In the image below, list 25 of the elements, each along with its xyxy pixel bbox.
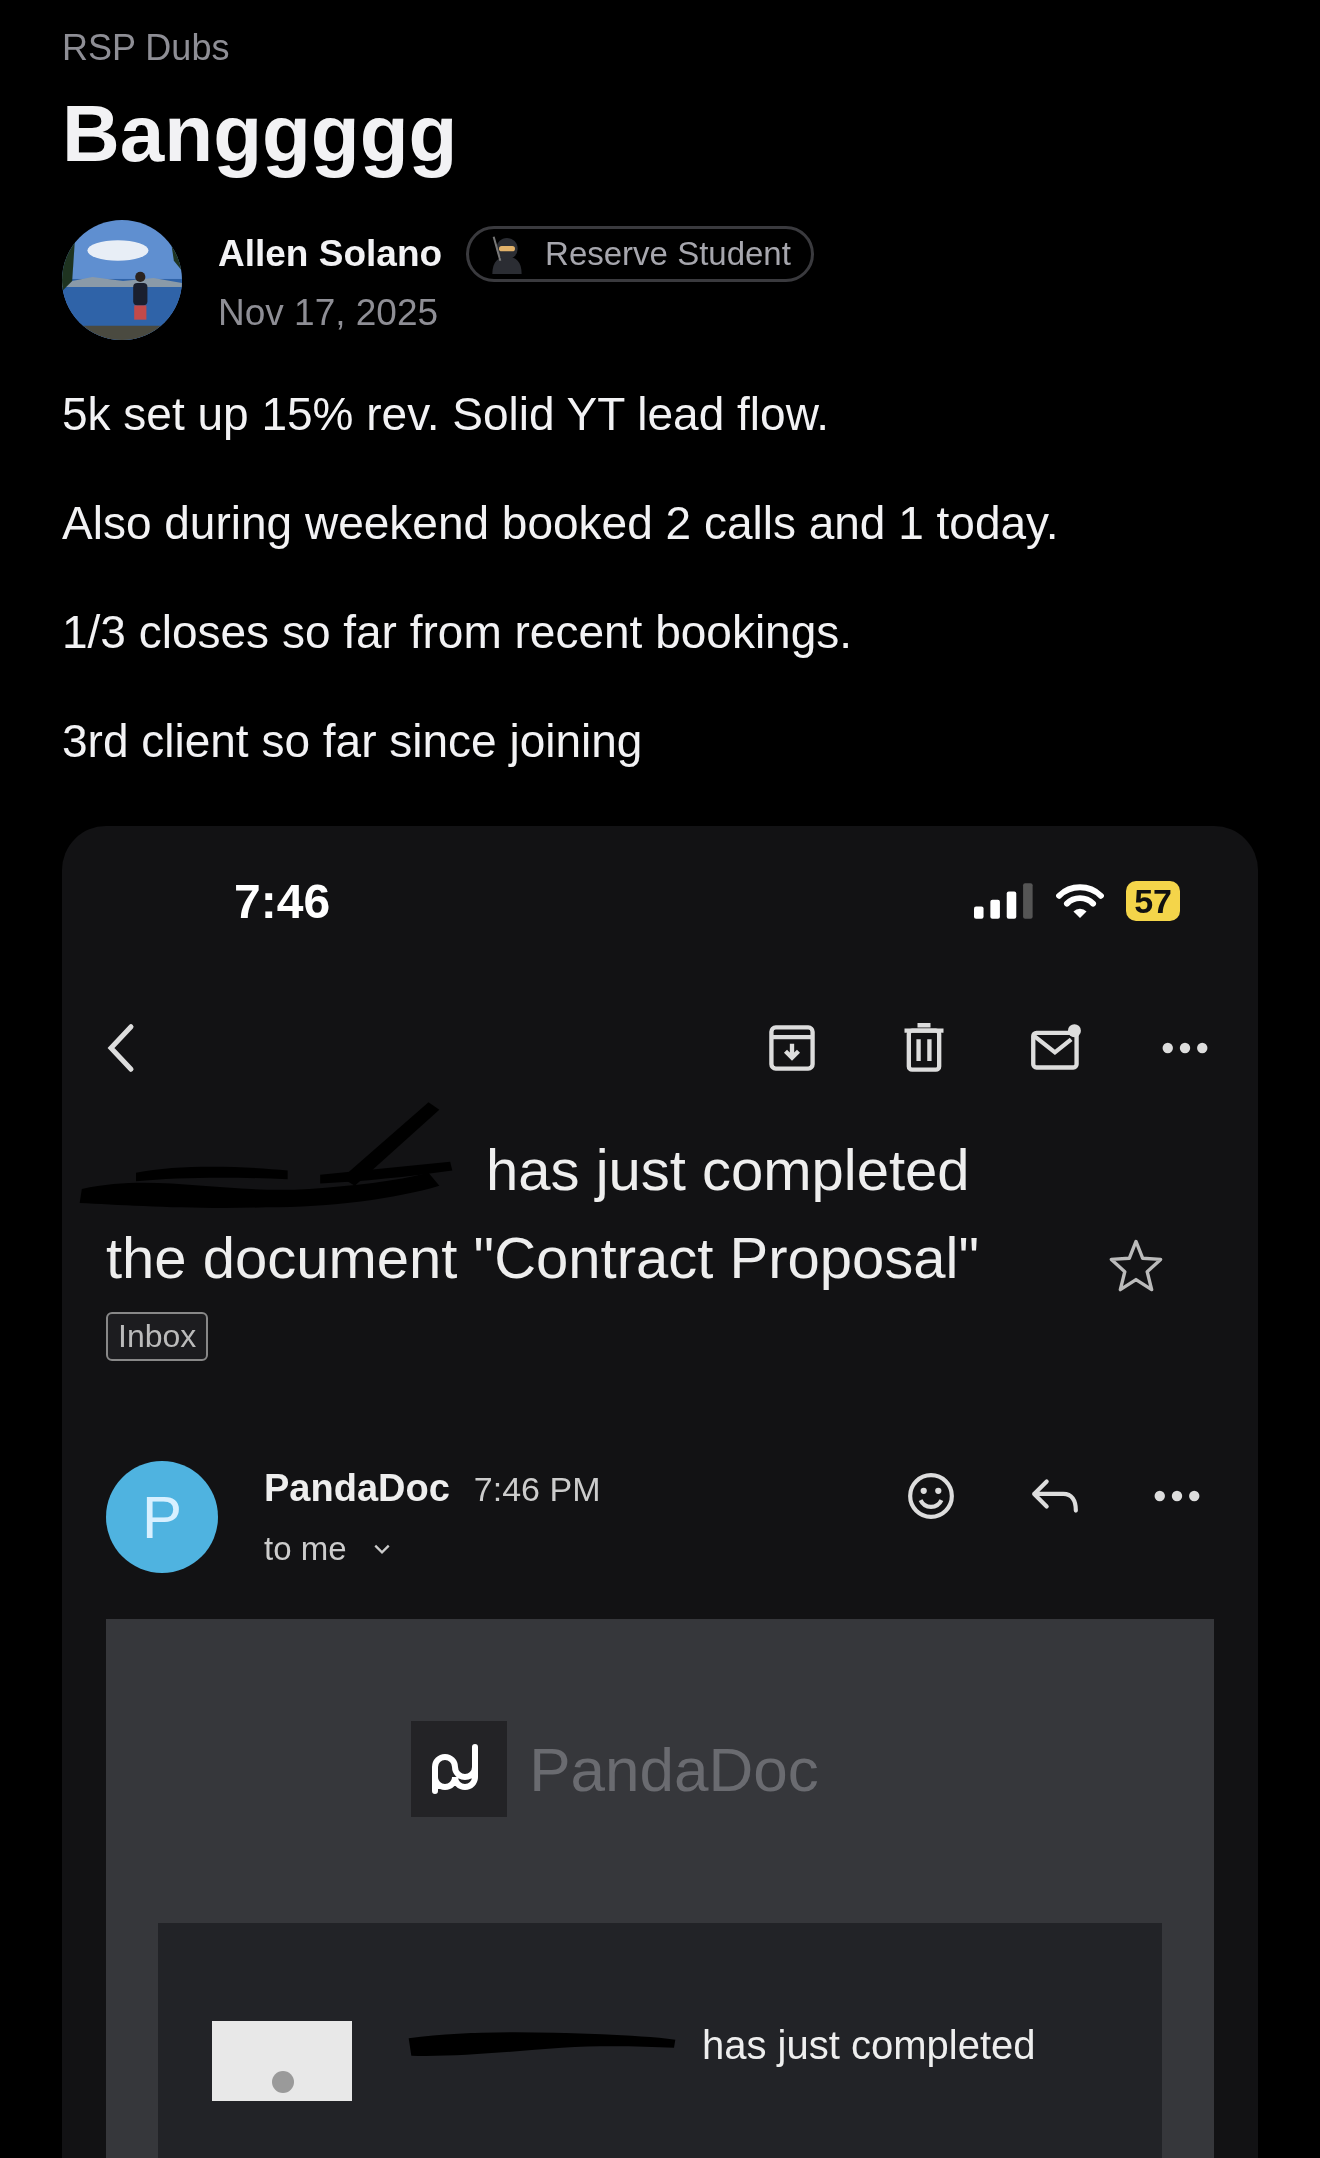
email-message: has just completed	[702, 2023, 1036, 2067]
star-icon[interactable]	[1108, 1238, 1164, 1292]
wifi-icon	[1056, 884, 1105, 918]
email-subject: the document "Contract Proposal"	[106, 1225, 979, 1290]
post-date: Nov 17, 2025	[218, 292, 440, 334]
post-title: Banggggg	[62, 88, 459, 180]
battery-indicator: 57	[1126, 881, 1180, 921]
author-name[interactable]: Allen Solano	[218, 233, 443, 275]
emoji-icon[interactable]	[906, 1471, 956, 1521]
archive-icon[interactable]	[766, 1022, 818, 1074]
email-subject: has just completed	[486, 1137, 970, 1202]
chevron-down-icon[interactable]	[372, 1542, 391, 1555]
more-icon[interactable]	[1162, 1041, 1208, 1055]
sender-name: PandaDoc	[264, 1466, 450, 1510]
pandadoc-logo-icon	[411, 1721, 508, 1817]
community-name[interactable]: RSP Dubs	[62, 26, 1258, 70]
inbox-label[interactable]: Inbox	[106, 1312, 209, 1361]
sender-avatar: P	[106, 1461, 218, 1573]
back-icon[interactable]	[106, 1022, 136, 1074]
member-badge: Reserve Student	[466, 226, 814, 282]
email-time: 7:46 PM	[473, 1469, 601, 1509]
status-time: 7:46	[234, 873, 331, 929]
recipient-text: to me	[264, 1529, 347, 1568]
more-icon[interactable]	[1154, 1489, 1200, 1503]
signal-icon	[974, 883, 1035, 919]
